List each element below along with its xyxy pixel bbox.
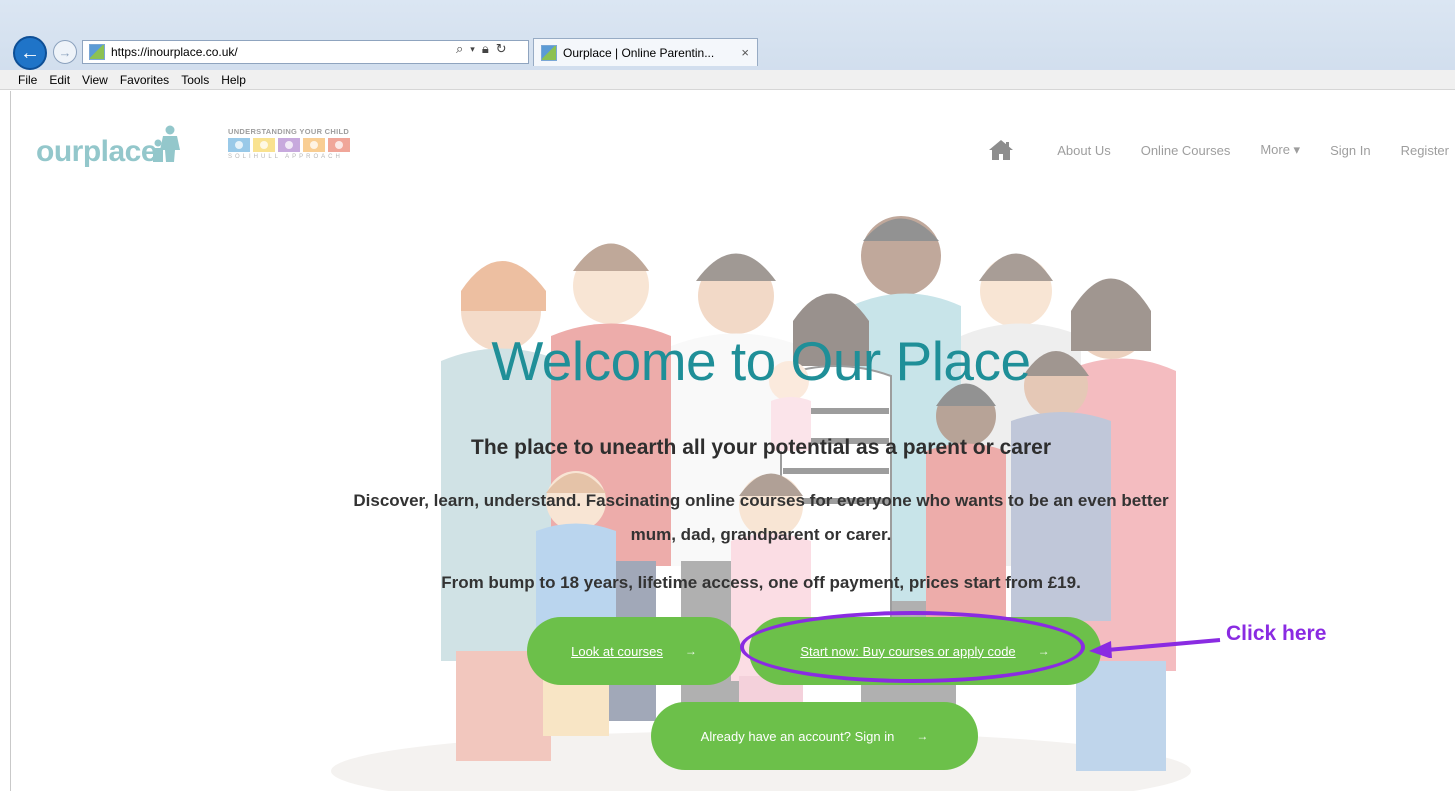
lock-icon[interactable]: 🔒︎ — [482, 41, 489, 57]
hero-description: Discover, learn, understand. Fascinating… — [353, 491, 1169, 544]
screenshot: ← → https://inourplace.co.uk/ ⌕ ▾ 🔒︎ ↻ O… — [0, 0, 1455, 791]
nav-more[interactable]: More ▾ — [1260, 142, 1300, 158]
menu-tools[interactable]: Tools — [181, 73, 209, 87]
forward-button[interactable]: → — [53, 40, 77, 64]
understanding-your-child-logo[interactable]: UNDERSTANDING YOUR CHILD SOLIHULL APPROA… — [228, 127, 398, 163]
partner-logo-squares — [228, 138, 398, 152]
arrow-right-icon: → — [916, 729, 929, 743]
menu-file[interactable]: File — [18, 73, 37, 87]
partner-square — [228, 138, 250, 152]
partner-square — [303, 138, 325, 152]
menu-bar: File Edit View Favorites Tools Help — [0, 70, 1455, 90]
ourplace-logo[interactable]: ourplace — [36, 135, 158, 169]
nav-sign-in[interactable]: Sign In — [1330, 143, 1370, 158]
hero-title: Welcome to Our Place — [491, 330, 1031, 392]
already-have-account-button[interactable]: Already have an account? Sign in → — [651, 702, 978, 770]
look-at-courses-label: Look at courses — [571, 643, 663, 659]
tab-favicon-icon — [541, 44, 557, 61]
callout-arrow-icon — [1089, 638, 1221, 658]
partner-square — [253, 138, 275, 152]
web-page: ourplace UNDERSTANDING YOUR CHILD SOLIHU… — [10, 91, 1455, 791]
nav-online-courses[interactable]: Online Courses — [1141, 143, 1231, 158]
already-have-account-label: Already have an account? Sign in — [700, 728, 895, 744]
partner-square — [278, 138, 300, 152]
partner-square — [328, 138, 350, 152]
menu-help[interactable]: Help — [221, 73, 246, 87]
top-navigation: About Us Online Courses More ▾ Sign In R… — [988, 139, 1455, 161]
chevron-down-icon[interactable]: ▾ — [470, 44, 475, 57]
nav-about-us[interactable]: About Us — [1057, 143, 1110, 158]
site-favicon-icon — [89, 44, 105, 60]
hero-price-line: From bump to 18 years, lifetime access, … — [441, 573, 1081, 592]
browser-chrome: ← → https://inourplace.co.uk/ ⌕ ▾ 🔒︎ ↻ O… — [0, 0, 1455, 90]
partner-logo-subtitle: SOLIHULL APPROACH — [228, 154, 343, 160]
menu-view[interactable]: View — [82, 73, 108, 87]
forward-arrow-icon: → — [58, 44, 72, 60]
family-logo-icon — [153, 125, 180, 162]
back-button[interactable]: ← — [13, 36, 47, 70]
click-here-annotation: Click here — [1226, 622, 1327, 645]
hero-subtitle: The place to unearth all your potential … — [471, 436, 1051, 459]
arrow-right-icon: → — [684, 644, 697, 658]
home-icon[interactable] — [988, 139, 1014, 161]
address-url: https://inourplace.co.uk/ — [111, 45, 238, 59]
menu-favorites[interactable]: Favorites — [120, 73, 169, 87]
partner-logo-title: UNDERSTANDING YOUR CHILD — [228, 127, 350, 136]
address-tools: ⌕ ▾ 🔒︎ ↻ — [456, 41, 507, 57]
search-icon[interactable]: ⌕ — [456, 41, 463, 57]
browser-tab[interactable]: Ourplace | Online Parentin... × — [533, 38, 758, 66]
back-arrow-icon: ← — [20, 41, 40, 64]
tab-title: Ourplace | Online Parentin... — [563, 45, 715, 60]
look-at-courses-button[interactable]: Look at courses → — [527, 617, 741, 685]
nav-register[interactable]: Register — [1401, 143, 1449, 158]
close-icon[interactable]: × — [741, 45, 749, 60]
menu-edit[interactable]: Edit — [49, 73, 70, 87]
refresh-icon[interactable]: ↻ — [496, 41, 507, 57]
highlight-ellipse — [740, 611, 1085, 683]
